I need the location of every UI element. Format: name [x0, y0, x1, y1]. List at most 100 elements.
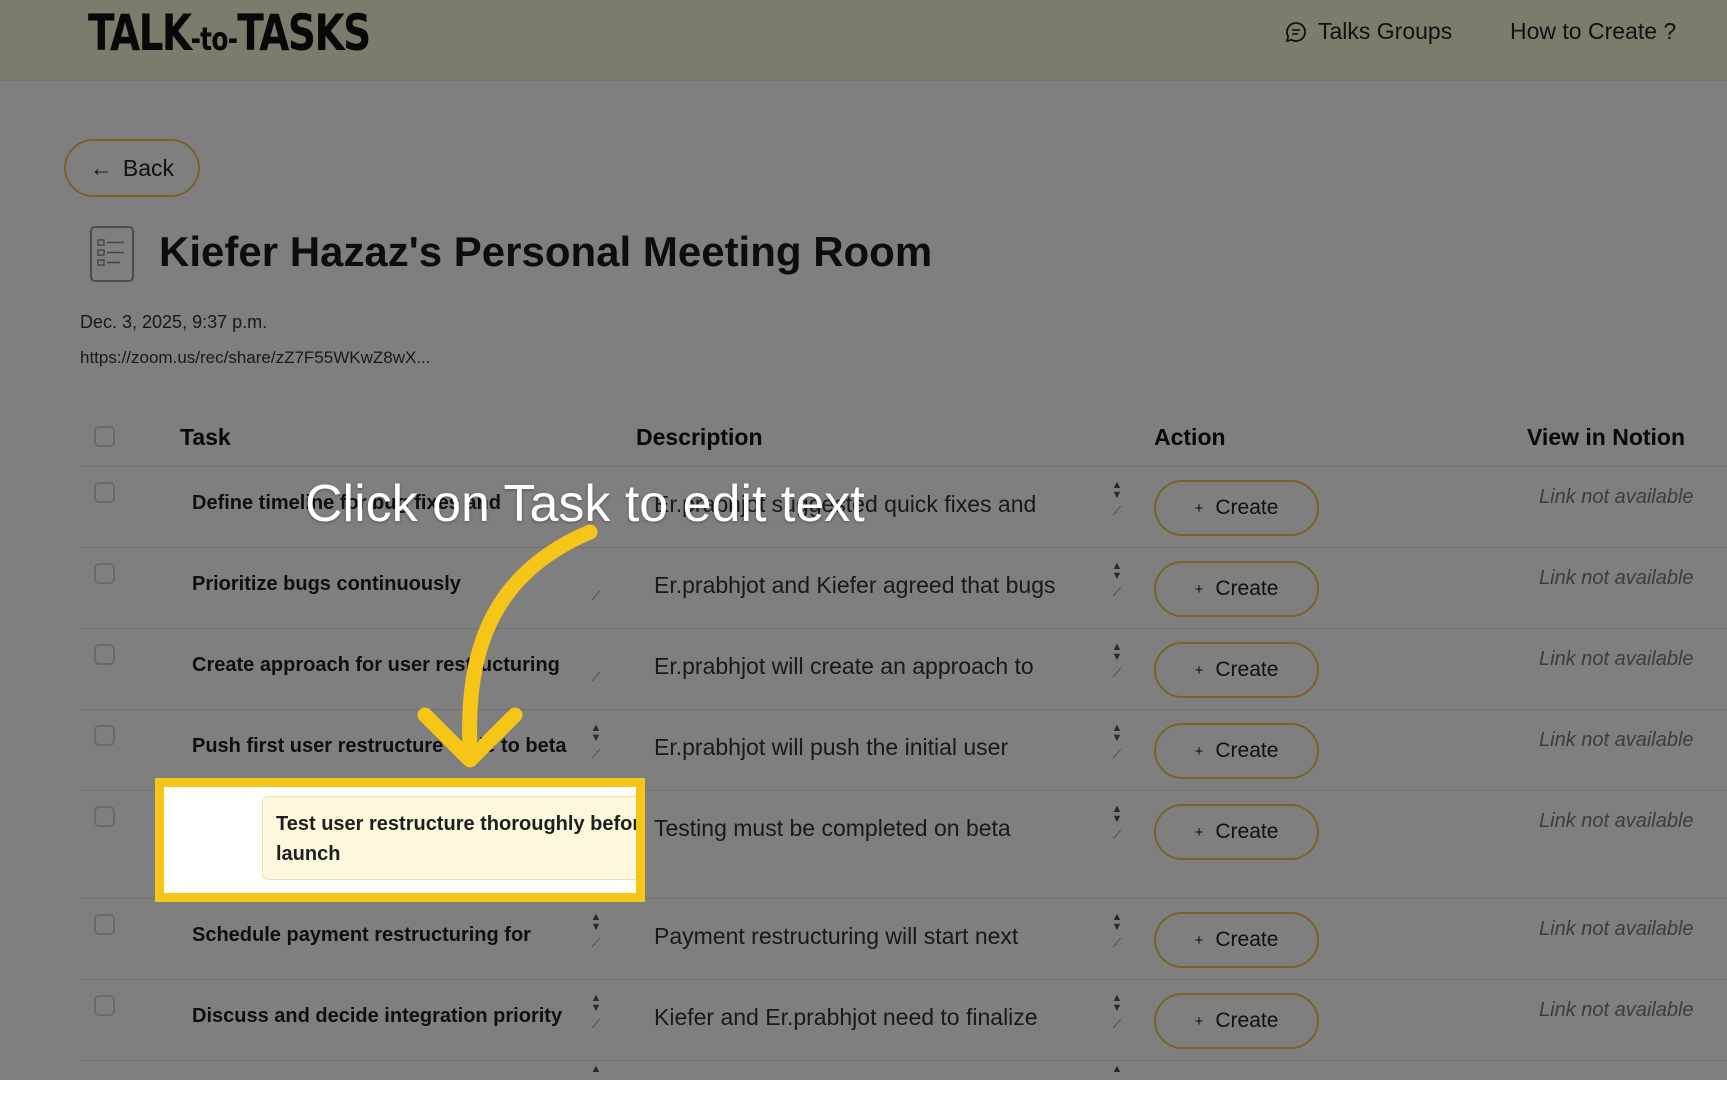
scroll-down-icon[interactable]: ▼ — [1112, 922, 1123, 933]
page-title: Kiefer Hazaz's Personal Meeting Room — [159, 228, 933, 275]
description-scroll-control[interactable]: ▲ — [1108, 1064, 1126, 1114]
task-input[interactable]: Create approach for user restructuring — [192, 650, 612, 680]
scroll-down-icon[interactable]: ▼ — [1112, 571, 1123, 582]
create-label: Create — [1215, 658, 1279, 681]
scroll-down-icon[interactable]: ▼ — [1112, 1003, 1123, 1014]
row-checkbox[interactable] — [94, 482, 115, 503]
logo-left: TALK — [88, 4, 192, 62]
row-checkbox[interactable] — [94, 644, 115, 665]
talk-to-tasks-logo[interactable]: TALK-to-TASKS — [88, 4, 371, 62]
top-bar: TALK-to-TASKS Talks Groups How to Create… — [0, 0, 1727, 81]
select-all-checkbox[interactable] — [94, 426, 115, 447]
description-scroll-control[interactable]: ▲ ▼ ⟋ — [1108, 561, 1126, 611]
recording-link[interactable]: https://zoom.us/rec/share/zZ7F55WKwZ8wX.… — [80, 348, 431, 368]
plus-icon: + — [1194, 580, 1204, 598]
nav-how-to-create[interactable]: How to Create ? — [1510, 18, 1676, 45]
task-input[interactable]: Schedule payment restructuring for — [192, 920, 582, 950]
meeting-date: Dec. 3, 2025, 9:37 p.m. — [80, 312, 268, 332]
create-button[interactable]: + Create — [1154, 480, 1319, 536]
task-input[interactable]: Discuss and decide integration priority — [192, 1001, 582, 1031]
description-scroll-control[interactable]: ▲ ▼ ⟋ — [1108, 993, 1126, 1043]
table-row: ▲ ▲ — [80, 1060, 1727, 1090]
resize-handle-icon[interactable]: ⟋ — [592, 670, 600, 685]
task-scroll-control[interactable]: ▲ — [587, 1064, 605, 1114]
create-button[interactable]: + Create — [1154, 804, 1319, 860]
description-input[interactable]: Er.prabhjot will create an approach to — [654, 650, 1094, 682]
scroll-up-icon[interactable]: ▲ — [591, 1064, 602, 1075]
create-button[interactable]: + Create — [1154, 993, 1319, 1049]
plus-icon: + — [1194, 1012, 1204, 1030]
scroll-down-icon[interactable]: ▼ — [591, 922, 602, 933]
back-button[interactable]: ← Back — [64, 139, 200, 197]
notion-link-status: Link not available — [1539, 810, 1694, 832]
description-scroll-control[interactable]: ▲ ▼ ⟋ — [1108, 723, 1126, 773]
table-row: Create approach for user restructuring ⟋… — [80, 628, 1727, 710]
scroll-down-icon[interactable]: ▼ — [591, 733, 602, 744]
task-scroll-control[interactable]: ▲ ▼ ⟋ — [587, 993, 605, 1043]
resize-handle-icon[interactable]: ⟋ — [592, 747, 600, 762]
description-input[interactable]: Testing must be completed on beta — [654, 812, 1094, 844]
scroll-down-icon[interactable]: ▼ — [591, 1003, 602, 1014]
task-input[interactable]: Prioritize bugs continuously — [192, 569, 612, 599]
row-checkbox[interactable] — [94, 563, 115, 584]
row-checkbox[interactable] — [94, 806, 115, 827]
chat-bubble-icon — [1285, 21, 1306, 42]
task-scroll-control[interactable]: ▲ ▼ ⟋ — [587, 723, 605, 773]
scroll-down-icon[interactable]: ▼ — [1112, 652, 1123, 663]
description-scroll-control[interactable]: ▲ ▼ ⟋ — [1108, 642, 1126, 692]
resize-handle-icon[interactable]: ⟋ — [592, 1017, 600, 1032]
resize-handle-icon[interactable]: ⟋ — [1113, 585, 1121, 600]
task-scroll-control[interactable]: ▲ ▼ ⟋ — [587, 912, 605, 962]
description-scroll-control[interactable]: ▲ ▼ ⟋ — [1108, 480, 1126, 530]
description-input[interactable]: Er.prabhjot will push the initial user — [654, 731, 1094, 763]
create-label: Create — [1215, 928, 1279, 951]
resize-handle-icon[interactable]: ⟋ — [1113, 936, 1121, 951]
resize-handle-icon[interactable]: ⟋ — [592, 589, 600, 604]
create-button[interactable]: + Create — [1154, 642, 1319, 698]
task-edit-textarea[interactable]: Test user restructure thoroughly before … — [262, 796, 636, 880]
task-resize-control[interactable]: ⟋ — [587, 642, 605, 692]
description-input[interactable]: Payment restructuring will start next — [654, 920, 1094, 952]
description-input[interactable]: Er.prabhjot and Kiefer agreed that bugs — [654, 569, 1094, 601]
table-row: Schedule payment restructuring for ▲ ▼ ⟋ P… — [80, 898, 1727, 980]
create-label: Create — [1215, 496, 1279, 519]
notion-link-status: Link not available — [1539, 729, 1694, 751]
create-button[interactable]: + Create — [1154, 561, 1319, 617]
create-label: Create — [1215, 1009, 1279, 1032]
scroll-down-icon[interactable]: ▼ — [1112, 490, 1123, 501]
description-scroll-control[interactable]: ▲ ▼ ⟋ — [1108, 912, 1126, 962]
task-input[interactable]: Push first user restructure code to beta — [192, 731, 582, 761]
create-label: Create — [1215, 577, 1279, 600]
notion-link-status: Link not available — [1539, 567, 1694, 589]
task-input-editing[interactable]: Test user restructure thoroughly before … — [276, 809, 636, 869]
column-header-task: Task — [180, 424, 231, 450]
notion-link-status: Link not available — [1539, 918, 1694, 940]
resize-handle-icon[interactable]: ⟋ — [1113, 1017, 1121, 1032]
nav-talks-groups[interactable]: Talks Groups — [1284, 18, 1452, 45]
create-button[interactable]: + Create — [1154, 912, 1319, 968]
resize-handle-icon[interactable]: ⟋ — [592, 936, 600, 951]
row-checkbox[interactable] — [94, 725, 115, 746]
scroll-down-icon[interactable]: ▼ — [1112, 814, 1123, 825]
description-input[interactable]: Kiefer and Er.prabhjot need to finalize — [654, 1001, 1094, 1033]
create-button[interactable]: + Create — [1154, 723, 1319, 779]
table-header: Task Description Action View in Notion — [80, 408, 1727, 467]
column-header-action: Action — [1154, 424, 1226, 450]
task-resize-control[interactable]: ⟋ — [587, 561, 605, 611]
resize-handle-icon[interactable]: ⟋ — [1113, 504, 1121, 519]
nav-talks-groups-label: Talks Groups — [1318, 18, 1453, 44]
scroll-down-icon[interactable]: ▼ — [1112, 733, 1123, 744]
row-checkbox[interactable] — [94, 914, 115, 935]
resize-handle-icon[interactable]: ⟋ — [1113, 747, 1121, 762]
plus-icon: + — [1194, 823, 1204, 841]
arrow-left-icon: ← — [89, 154, 113, 181]
resize-handle-icon[interactable]: ⟋ — [1113, 666, 1121, 681]
logo-right: TASKS — [237, 4, 371, 62]
notion-link-status: Link not available — [1539, 999, 1694, 1021]
plus-icon: + — [1194, 661, 1204, 679]
row-checkbox[interactable] — [94, 995, 115, 1016]
scroll-up-icon[interactable]: ▲ — [1112, 1064, 1123, 1075]
description-scroll-control[interactable]: ▲ ▼ ⟋ — [1108, 804, 1126, 854]
resize-handle-icon[interactable]: ⟋ — [1113, 828, 1121, 843]
table-row: Prioritize bugs continuously ⟋ Er.prabhj… — [80, 547, 1727, 629]
